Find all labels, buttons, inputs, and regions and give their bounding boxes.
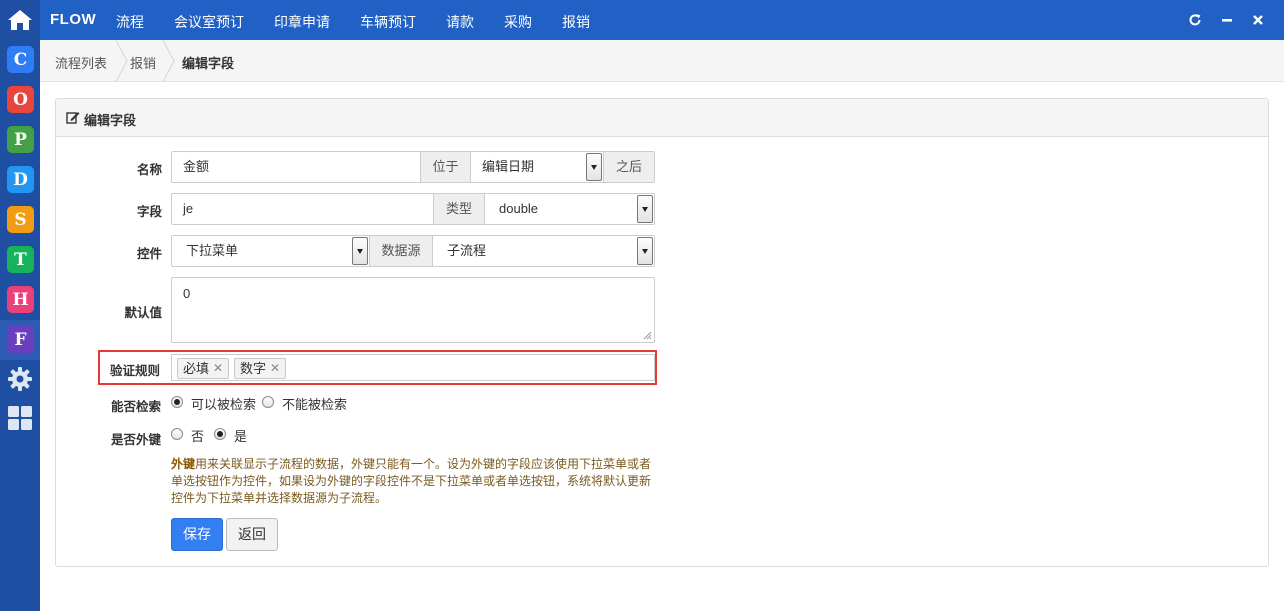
position-select[interactable]: 编辑日期 bbox=[470, 151, 604, 183]
app-p-icon[interactable]: P bbox=[7, 126, 34, 153]
breadcrumb-separator-icon bbox=[162, 40, 175, 82]
type-select[interactable]: double bbox=[484, 193, 655, 225]
default-value-label: 默认值 bbox=[124, 306, 162, 320]
app-o-icon[interactable]: O bbox=[7, 86, 34, 113]
nav-item-flow[interactable]: 流程 bbox=[116, 12, 144, 32]
rule-tag-label: 数字 bbox=[240, 361, 267, 376]
position-suffix-addon: 之后 bbox=[603, 151, 655, 183]
panel-header: 编辑字段 bbox=[56, 99, 1268, 137]
foreign-key-yes-radio[interactable] bbox=[214, 428, 226, 440]
breadcrumb-item-reimbursement[interactable]: 报销 bbox=[130, 53, 156, 72]
app-f-icon[interactable]: F bbox=[7, 326, 34, 353]
type-addon: 类型 bbox=[433, 193, 485, 225]
default-value-textarea[interactable]: 0 bbox=[171, 277, 655, 343]
foreign-key-label: 是否外键 bbox=[110, 433, 161, 447]
validation-rules-input[interactable]: 必填 ✕ 数字 ✕ bbox=[171, 354, 655, 381]
rule-tag-number: 数字 ✕ bbox=[234, 358, 286, 379]
rule-tag-required: 必填 ✕ bbox=[177, 358, 229, 379]
edit-icon bbox=[66, 112, 80, 124]
control-select[interactable]: 下拉菜单 bbox=[171, 235, 370, 267]
back-button[interactable]: 返回 bbox=[226, 518, 278, 551]
name-input[interactable]: 金额 bbox=[171, 151, 421, 183]
searchable-label: 能否检索 bbox=[110, 400, 161, 414]
remove-tag-icon[interactable]: ✕ bbox=[270, 359, 280, 378]
app-t-icon[interactable]: T bbox=[7, 246, 34, 273]
breadcrumb-item-flow-list[interactable]: 流程列表 bbox=[55, 53, 107, 72]
chevron-down-icon[interactable] bbox=[637, 237, 653, 265]
breadcrumb: 流程列表 报销 编辑字段 bbox=[40, 40, 1284, 82]
nav-item-payment-request[interactable]: 请款 bbox=[446, 12, 474, 32]
field-label: 字段 bbox=[136, 205, 162, 219]
foreign-key-no-label[interactable]: 否 bbox=[191, 426, 204, 445]
panel-title: 编辑字段 bbox=[84, 113, 137, 128]
datasource-addon: 数据源 bbox=[369, 235, 433, 267]
rule-tag-label: 必填 bbox=[183, 361, 210, 376]
foreign-key-yes-label[interactable]: 是 bbox=[234, 426, 247, 445]
breadcrumb-separator-icon bbox=[115, 40, 128, 82]
top-navbar: FLOW 流程 会议室预订 印章申请 车辆预订 请款 采购 报销 bbox=[40, 0, 1284, 40]
close-icon[interactable] bbox=[1250, 12, 1266, 28]
home-icon[interactable] bbox=[0, 0, 40, 40]
default-value-text: 0 bbox=[183, 286, 191, 301]
brand-logo[interactable]: FLOW bbox=[50, 11, 96, 28]
searchable-yes-label[interactable]: 可以被检索 bbox=[191, 394, 256, 413]
refresh-icon[interactable] bbox=[1187, 12, 1203, 28]
nav-item-seal[interactable]: 印章申请 bbox=[274, 12, 330, 32]
chevron-down-icon[interactable] bbox=[637, 195, 653, 223]
chevron-down-icon[interactable] bbox=[352, 237, 368, 265]
app-sidebar: C O P D S T H F bbox=[0, 0, 40, 611]
remove-tag-icon[interactable]: ✕ bbox=[213, 359, 223, 378]
control-label: 控件 bbox=[136, 247, 162, 261]
resize-grip-icon[interactable] bbox=[643, 331, 652, 340]
app-s-icon[interactable]: S bbox=[7, 206, 34, 233]
searchable-yes-radio[interactable] bbox=[171, 396, 183, 408]
nav-item-reimbursement[interactable]: 报销 bbox=[562, 12, 590, 32]
nav-item-purchase[interactable]: 采购 bbox=[504, 12, 532, 32]
datasource-select[interactable]: 子流程 bbox=[432, 235, 655, 267]
foreign-key-no-radio[interactable] bbox=[171, 428, 183, 440]
foreign-key-help-text: 外键用来关联显示子流程的数据，外键只能有一个。设为外键的字段应该使用下拉菜单或者… bbox=[171, 456, 661, 507]
nav-item-vehicle[interactable]: 车辆预订 bbox=[360, 12, 416, 32]
breadcrumb-item-edit-field: 编辑字段 bbox=[182, 56, 235, 71]
chevron-down-icon[interactable] bbox=[586, 153, 602, 181]
position-addon: 位于 bbox=[420, 151, 471, 183]
grid-icon[interactable] bbox=[6, 404, 34, 432]
validation-rules-label: 验证规则 bbox=[109, 364, 160, 378]
name-label: 名称 bbox=[136, 163, 162, 177]
minimize-icon[interactable] bbox=[1219, 12, 1235, 28]
app-d-icon[interactable]: D bbox=[7, 166, 34, 193]
nav-item-meeting-room[interactable]: 会议室预订 bbox=[174, 12, 244, 32]
gear-icon[interactable] bbox=[6, 365, 34, 393]
searchable-no-label[interactable]: 不能被检索 bbox=[282, 394, 347, 413]
searchable-no-radio[interactable] bbox=[262, 396, 274, 408]
field-input[interactable]: je bbox=[171, 193, 434, 225]
help-keyword: 外键 bbox=[171, 457, 196, 471]
app-h-icon[interactable]: H bbox=[7, 286, 34, 313]
app-c-icon[interactable]: C bbox=[7, 46, 34, 73]
save-button[interactable]: 保存 bbox=[171, 518, 223, 551]
help-body: 用来关联显示子流程的数据，外键只能有一个。设为外键的字段应该使用下拉菜单或者单选… bbox=[171, 457, 652, 505]
